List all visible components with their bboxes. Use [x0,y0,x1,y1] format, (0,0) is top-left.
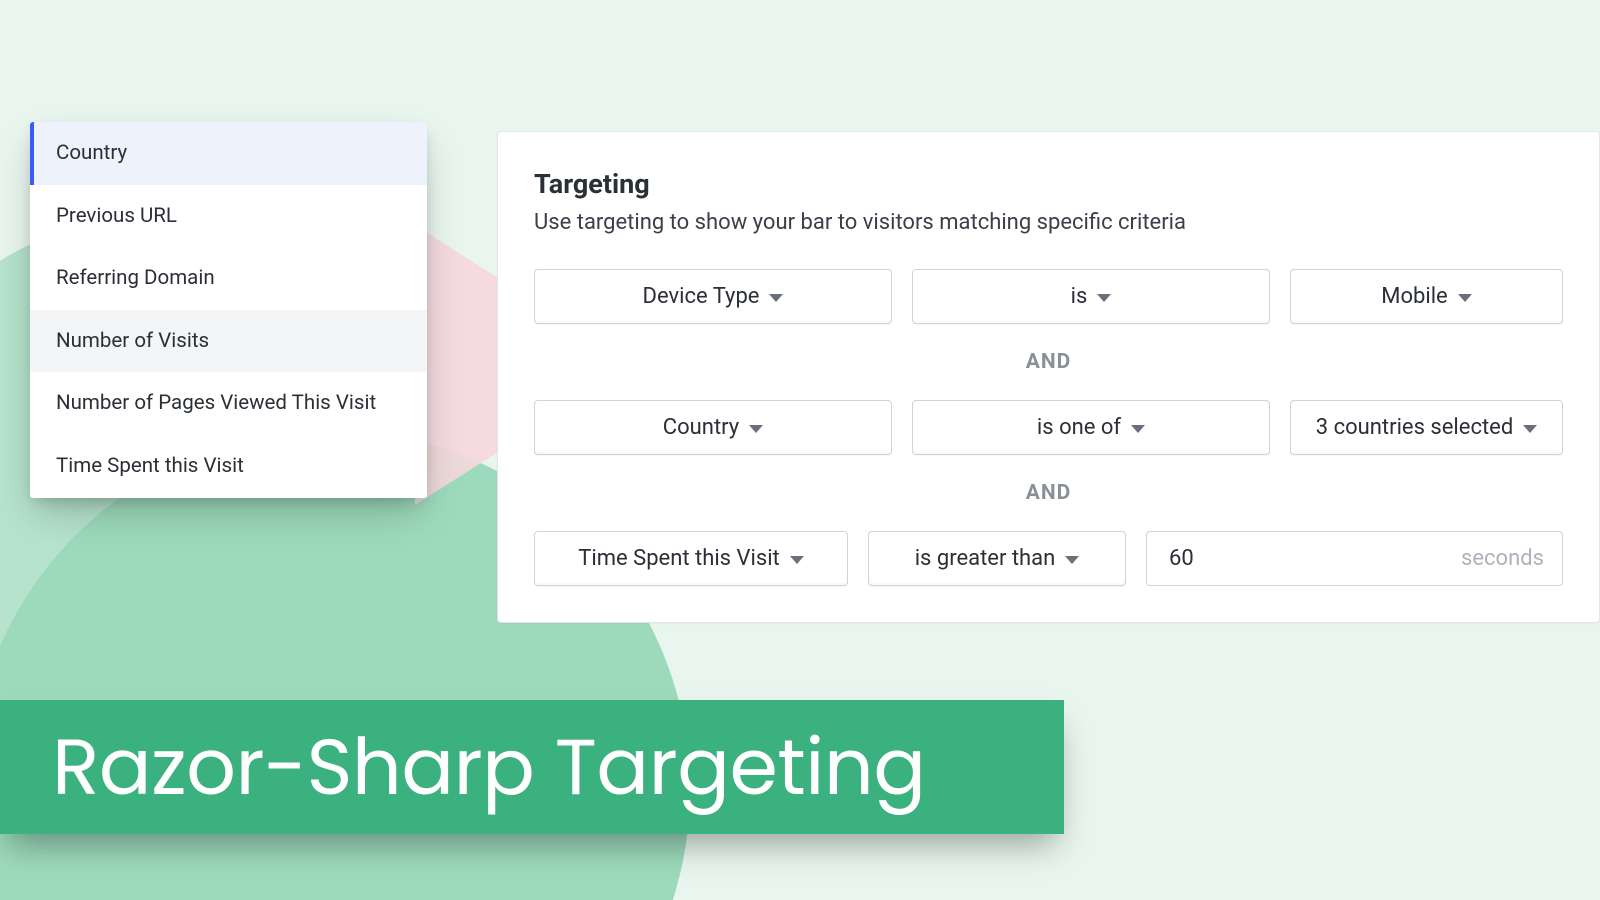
sidebar-item-label: Number of Pages Viewed This Visit [56,391,376,415]
chevron-down-icon [1097,294,1111,302]
sidebar-item-pages-viewed[interactable]: Number of Pages Viewed This Visit [30,372,427,435]
sidebar-item-label: Referring Domain [56,266,215,290]
sidebar-item-number-of-visits[interactable]: Number of Visits [30,310,427,373]
rule-attribute-select[interactable]: Device Type [534,269,892,324]
dropdown-label: is [1071,284,1088,309]
dropdown-label: Mobile [1381,284,1447,309]
headline-banner: Razor-Sharp Targeting [0,700,1064,834]
rule-attribute-select[interactable]: Country [534,400,892,455]
headline-text: Razor-Sharp Targeting [52,709,926,826]
dropdown-label: 3 countries selected [1316,415,1513,440]
sidebar-item-label: Time Spent this Visit [56,454,244,478]
panel-title: Targeting [534,168,1563,200]
dropdown-label: Country [663,415,739,440]
chevron-down-icon [1065,556,1079,564]
dropdown-label: is one of [1037,415,1121,440]
chevron-down-icon [769,294,783,302]
targeting-attribute-list: Country Previous URL Referring Domain Nu… [30,122,427,498]
chevron-down-icon [1131,425,1145,433]
dropdown-label: Device Type [643,284,760,309]
rule-value-select[interactable]: Mobile [1290,269,1563,324]
chevron-down-icon [1523,425,1537,433]
rule-row: Device Type is Mobile [534,269,1563,324]
rule-row: Country is one of 3 countries selected [534,400,1563,455]
sidebar-item-label: Country [56,141,127,165]
rule-attribute-select[interactable]: Time Spent this Visit [534,531,848,586]
rule-conjunction: AND [534,455,1563,531]
dropdown-label: is greater than [915,546,1056,571]
rule-value-input[interactable]: 60 seconds [1146,531,1563,586]
targeting-panel: Targeting Use targeting to show your bar… [497,131,1600,623]
rule-operator-select[interactable]: is one of [912,400,1270,455]
chevron-down-icon [790,556,804,564]
sidebar-item-country[interactable]: Country [30,122,427,185]
chevron-down-icon [1458,294,1472,302]
input-unit: seconds [1461,546,1544,571]
rule-value-select[interactable]: 3 countries selected [1290,400,1563,455]
rule-row: Time Spent this Visit is greater than 60… [534,531,1563,586]
rule-operator-select[interactable]: is [912,269,1270,324]
sidebar-item-label: Previous URL [56,204,177,228]
sidebar-item-referring-domain[interactable]: Referring Domain [30,247,427,310]
input-value: 60 [1169,546,1194,571]
panel-subtitle: Use targeting to show your bar to visito… [534,210,1563,235]
rule-operator-select[interactable]: is greater than [868,531,1126,586]
dropdown-label: Time Spent this Visit [578,546,780,571]
rule-conjunction: AND [534,324,1563,400]
sidebar-item-label: Number of Visits [56,329,209,353]
chevron-down-icon [749,425,763,433]
sidebar-item-previous-url[interactable]: Previous URL [30,185,427,248]
sidebar-item-time-spent[interactable]: Time Spent this Visit [30,435,427,498]
